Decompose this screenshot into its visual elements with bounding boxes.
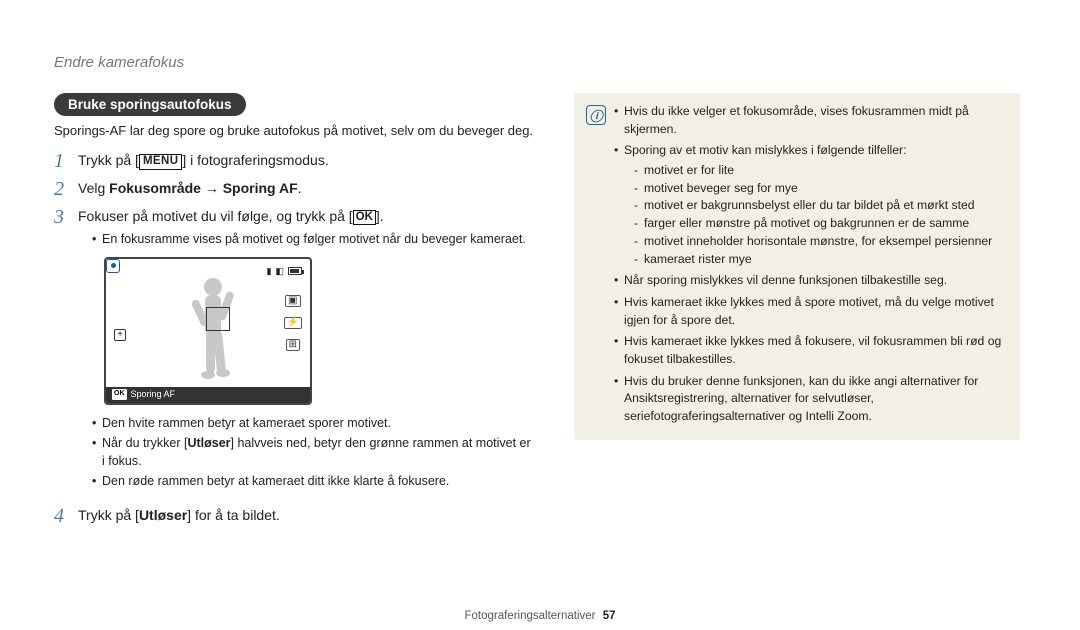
step-1-post: ] i fotograferingsmodus. — [182, 152, 328, 168]
step-3-pre: Fokuser på motivet du vil følge, og tryk… — [78, 208, 353, 224]
memory-icon: ◧ — [275, 265, 284, 279]
section-pill: Bruke sporingsautofokus — [54, 93, 246, 116]
battery-icon — [288, 267, 302, 275]
step-2-text: Velg Fokusområde → Sporing AF. — [78, 178, 302, 199]
flash-icon: ▣ — [285, 295, 300, 307]
b3-pre: Når du trykker [ — [102, 436, 187, 450]
step-3-bullet: Når du trykker [Utløser] halvveis ned, b… — [92, 435, 534, 470]
intro-text: Sporings-AF lar deg spore og bruke autof… — [54, 122, 534, 140]
step-4-post: ] for å ta bildet. — [187, 507, 280, 523]
step-3-post: ]. — [376, 208, 384, 224]
tip-subitem: motivet beveger seg for mye — [634, 180, 1008, 198]
info-icon: ⓘ — [586, 105, 606, 125]
subject-silhouette — [178, 273, 248, 393]
step-1-text: Trykk på [MENU] i fotograferingsmodus. — [78, 150, 329, 171]
step-4-text: Trykk på [Utløser] for å ta bildet. — [78, 505, 280, 526]
tip-item: Hvis kameraet ikke lykkes med å spore mo… — [614, 294, 1008, 329]
step-4-mid: Utløser — [139, 507, 187, 523]
screen-mode-label: Sporing AF — [131, 388, 176, 402]
step-4-pre: Trykk på [ — [78, 507, 139, 523]
signal-icon: ▮ — [267, 265, 272, 279]
mode-icon — [106, 259, 120, 273]
step-3-bullet: Den røde rammen betyr at kameraet ditt i… — [92, 473, 534, 491]
step-3-bullet: Den hvite rammen betyr at kameraet spore… — [92, 415, 534, 433]
step-number: 2 — [54, 178, 78, 200]
step-2-bold: Fokusområde → Sporing AF — [109, 180, 298, 196]
camera-preview-illustration: ▮ ◧ ▣ ⚡ ⊞ — [104, 257, 312, 405]
step-number: 1 — [54, 150, 78, 172]
tip-t2-text: Sporing av et motiv kan mislykkes i følg… — [624, 143, 906, 157]
step-2-post: . — [298, 180, 302, 196]
tip-subitem: motivet er for lite — [634, 162, 1008, 180]
tip-subitem: motivet er bakgrunnsbelyst eller du tar … — [634, 197, 1008, 215]
tip-callout: ⓘ Hvis du ikke velger et fokusområde, vi… — [574, 93, 1020, 440]
settings-icon: ⊞ — [286, 339, 300, 351]
screen-ok-badge: OK — [112, 389, 127, 400]
step-3-text: Fokuser på motivet du vil følge, og tryk… — [78, 208, 384, 224]
tip-item: Hvis du ikke velger et fokusområde, vise… — [614, 103, 1008, 138]
tip-item: Når sporing mislykkes vil denne funksjon… — [614, 272, 1008, 290]
step-number: 4 — [54, 505, 78, 527]
ok-icon: OK — [353, 210, 376, 225]
step-2-pre: Velg — [78, 180, 109, 196]
focus-frame-icon — [206, 307, 230, 331]
tip-subitem: farger eller mønstre på motivet og bakgr… — [634, 215, 1008, 233]
tip-item: Sporing av et motiv kan mislykkes i følg… — [614, 142, 1008, 268]
tip-subitem: kameraet rister mye — [634, 251, 1008, 269]
tip-item: Hvis kameraet ikke lykkes med å fokusere… — [614, 333, 1008, 368]
page-footer: Fotograferingsalternativer 57 — [0, 610, 1080, 622]
menu-icon: MENU — [139, 154, 182, 170]
step-3-bullet: En fokusramme vises på motivet og følger… — [92, 231, 534, 249]
b3-mid: Utløser — [187, 436, 230, 450]
bolt-icon: ⚡ — [284, 317, 302, 329]
step-number: 3 — [54, 206, 78, 228]
tip-subitem: motivet inneholder horisontale mønstre, … — [634, 233, 1008, 251]
step-1-pre: Trykk på [ — [78, 152, 139, 168]
footer-page-number: 57 — [603, 610, 616, 622]
zoom-icon — [114, 329, 126, 341]
page-title: Endre kamerafokus — [54, 54, 1020, 71]
footer-section: Fotograferingsalternativer — [464, 610, 595, 622]
tip-item: Hvis du bruker denne funksjonen, kan du … — [614, 373, 1008, 426]
